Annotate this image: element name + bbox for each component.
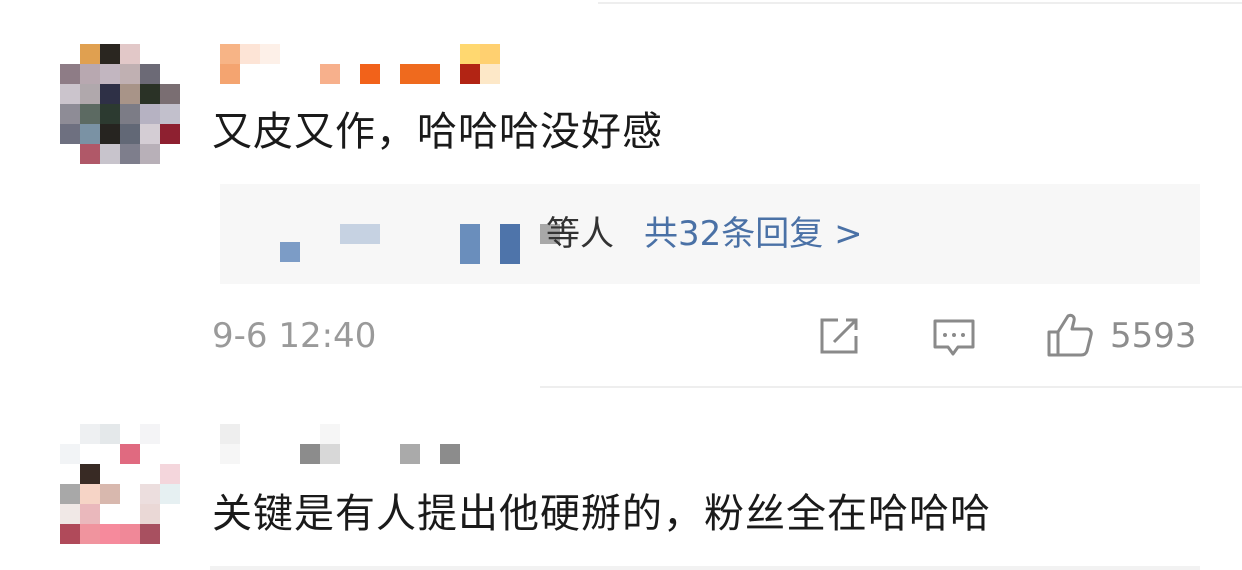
bottom-divider <box>210 566 1200 570</box>
comment-divider <box>540 386 1242 388</box>
like-count: 5593 <box>1110 316 1197 356</box>
comment-text: 又皮又作，哈哈哈没好感 <box>212 109 663 155</box>
reply-users-tail: 等人 <box>546 214 614 254</box>
like-icon[interactable] <box>1046 312 1094 358</box>
username-redacted[interactable] <box>220 424 462 464</box>
reply-count-link[interactable]: 共32条回复 > <box>644 210 863 258</box>
username-redacted[interactable] <box>220 44 502 84</box>
top-divider <box>598 2 1242 4</box>
avatar[interactable] <box>60 424 180 544</box>
comment-time: 9-6 12:40 <box>212 316 377 356</box>
reply-preview[interactable]: 等人 共32条回复 > <box>220 184 1200 284</box>
avatar[interactable] <box>60 44 180 164</box>
comment-icon[interactable] <box>932 318 976 358</box>
comment-text: 关键是有人提出他硬掰的，粉丝全在哈哈哈 <box>212 491 991 537</box>
share-icon[interactable] <box>818 316 862 356</box>
